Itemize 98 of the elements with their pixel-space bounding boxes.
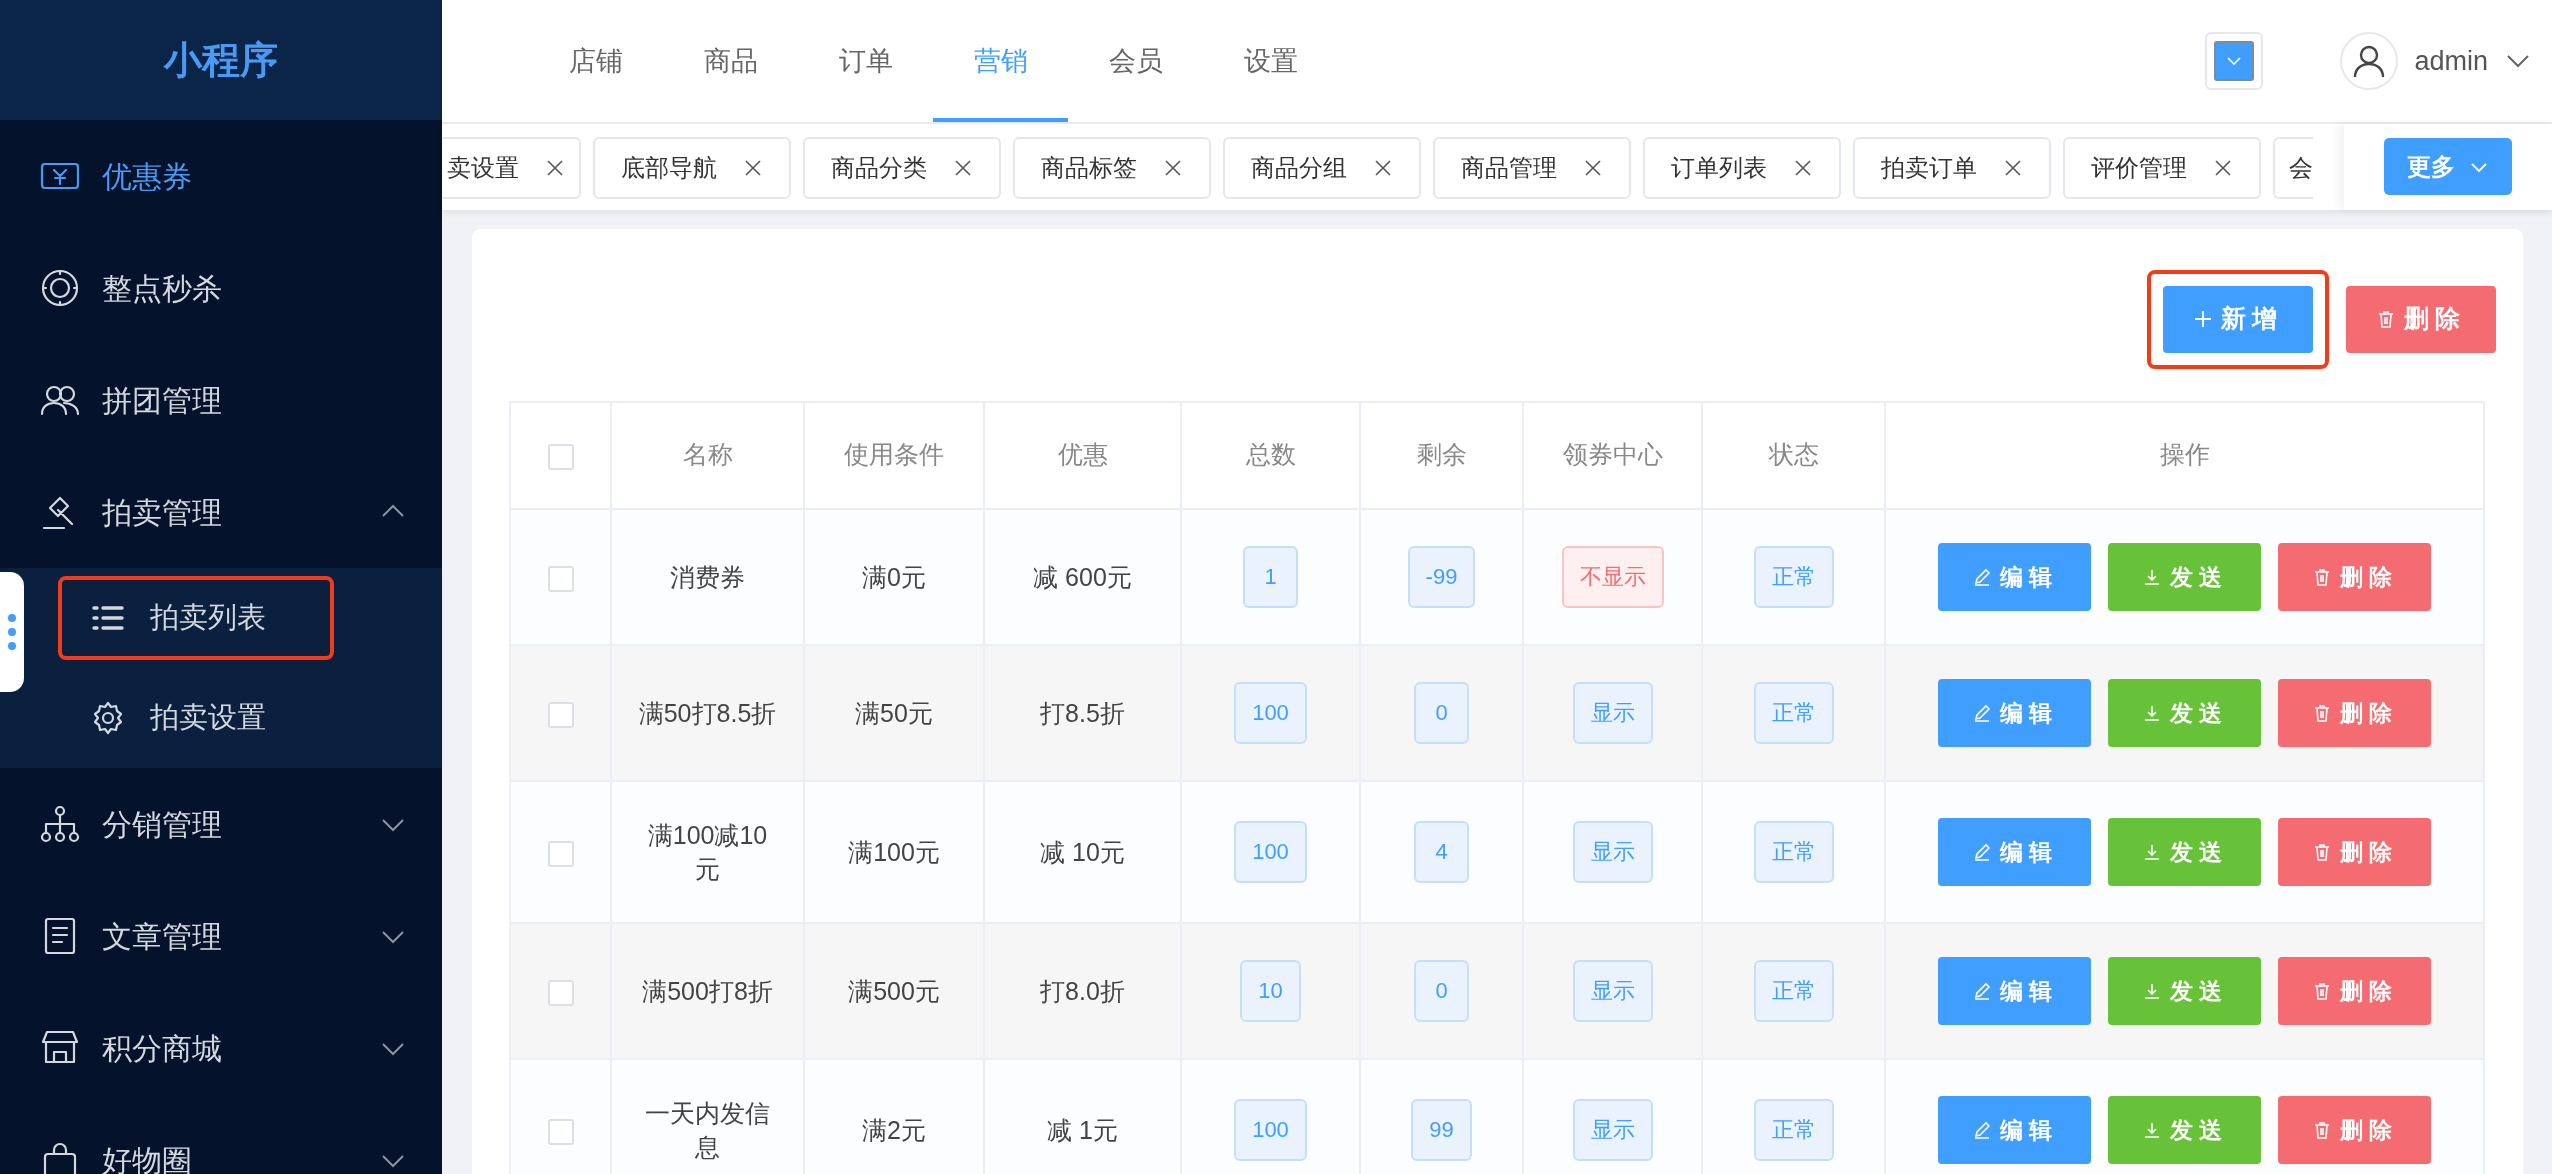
- checkbox[interactable]: [547, 565, 574, 592]
- table-cell: 一天内发信息: [611, 1058, 804, 1174]
- value-tag: 正常: [1753, 820, 1834, 883]
- page-tab[interactable]: 订单列表: [1643, 136, 1841, 199]
- sidebar-item[interactable]: 拼团管理: [0, 344, 442, 456]
- user-name[interactable]: admin: [2414, 40, 2488, 82]
- sidebar-item[interactable]: 拍卖管理: [0, 456, 442, 568]
- close-icon[interactable]: [1583, 157, 1603, 178]
- close-icon[interactable]: [953, 157, 973, 178]
- delete-button[interactable]: 删除: [2278, 678, 2431, 747]
- sidebar-item[interactable]: 整点秒杀: [0, 232, 442, 344]
- checkbox[interactable]: [547, 840, 574, 867]
- column-header: 剩余: [1416, 440, 1467, 469]
- trash-icon: [2376, 309, 2396, 329]
- value-tag: 正常: [1753, 1098, 1834, 1161]
- value-tag: 0: [1414, 959, 1469, 1022]
- table-cell: 满500打8折: [611, 922, 804, 1059]
- checkbox[interactable]: [547, 979, 574, 1006]
- nav-tab[interactable]: 订单: [798, 0, 933, 122]
- page-tab[interactable]: 商品分类: [803, 136, 1001, 199]
- avatar[interactable]: [2340, 32, 2399, 90]
- value-tag: 0: [1414, 681, 1469, 744]
- sidebar-item[interactable]: 积分商城: [0, 992, 442, 1104]
- value-tag: 显示: [1572, 959, 1653, 1022]
- close-icon[interactable]: [1373, 157, 1393, 178]
- table-cell: 满50打8.5折: [611, 644, 804, 781]
- column-header: 状态: [1768, 440, 1819, 469]
- nav-tab[interactable]: 会员: [1068, 0, 1203, 122]
- value-tag: 99: [1411, 1098, 1472, 1161]
- page-tab[interactable]: 拍卖订单: [1853, 136, 2051, 199]
- checkbox[interactable]: [547, 443, 574, 470]
- close-icon[interactable]: [743, 157, 763, 178]
- close-icon[interactable]: [545, 157, 565, 178]
- chevron-down-icon: [2226, 56, 2243, 66]
- close-icon[interactable]: [1163, 157, 1183, 178]
- page-tab[interactable]: 评价管理: [2063, 136, 2261, 199]
- page-tab[interactable]: 商品分组: [1223, 136, 1421, 199]
- value-tag: 不显示: [1561, 545, 1664, 608]
- value-tag: 100: [1234, 820, 1307, 883]
- value-tag: 显示: [1572, 820, 1653, 883]
- checkbox[interactable]: [547, 1118, 574, 1145]
- close-icon[interactable]: [2213, 157, 2233, 178]
- checkbox[interactable]: [547, 701, 574, 728]
- side-handle[interactable]: [0, 572, 24, 692]
- value-tag: 4: [1414, 820, 1469, 883]
- table-cell: 减 1元: [984, 1058, 1181, 1174]
- table-cell: 满50元: [804, 644, 984, 781]
- column-header: 名称: [682, 440, 733, 469]
- column-header: 领券中心: [1562, 440, 1663, 469]
- page-tab[interactable]: 卖设置: [442, 136, 581, 199]
- delete-button[interactable]: 删除: [2278, 956, 2431, 1025]
- sidebar-subitem[interactable]: 拍卖设置: [66, 688, 274, 748]
- column-header: 操作: [2159, 440, 2210, 469]
- column-header: 总数: [1245, 440, 1296, 469]
- table-cell: 满100减10元: [611, 780, 804, 923]
- value-tag: 1: [1243, 545, 1298, 608]
- delete-button[interactable]: 删除: [2278, 1095, 2431, 1164]
- column-header: 优惠: [1057, 440, 1108, 469]
- sidebar-item[interactable]: 优惠券: [0, 120, 442, 232]
- table-cell: 满500元: [804, 922, 984, 1059]
- value-tag: 正常: [1753, 959, 1834, 1022]
- value-tag: -99: [1407, 545, 1476, 608]
- sidebar-subitem[interactable]: 拍卖列表: [66, 588, 274, 648]
- page-tab[interactable]: 商品标签: [1013, 136, 1211, 199]
- table-cell: 打8.0折: [984, 922, 1181, 1059]
- page-tab[interactable]: 底部导航: [593, 136, 791, 199]
- table-cell: 减 600元: [984, 508, 1181, 645]
- value-tag: 显示: [1572, 681, 1653, 744]
- delete-button[interactable]: 删除: [2346, 285, 2496, 353]
- dropdown-toggle[interactable]: [2205, 32, 2264, 90]
- sidebar-item[interactable]: 分销管理: [0, 768, 442, 880]
- dots-icon: [7, 612, 17, 652]
- chevron-down-icon[interactable]: [2506, 54, 2530, 68]
- delete-button[interactable]: 删除: [2278, 542, 2431, 611]
- page-tab[interactable]: 商品管理: [1433, 136, 1631, 199]
- value-tag: 正常: [1753, 681, 1834, 744]
- value-tag: 正常: [1753, 545, 1834, 608]
- nav-tab[interactable]: 商品: [663, 0, 798, 122]
- column-header: 使用条件: [844, 440, 944, 469]
- table-cell: 满2元: [804, 1058, 984, 1174]
- table-cell: 消费券: [611, 508, 804, 645]
- nav-tab[interactable]: 店铺: [528, 0, 663, 122]
- app-title: 小程序: [0, 0, 442, 120]
- table-cell: 满100元: [804, 780, 984, 923]
- table-cell: 满0元: [804, 508, 984, 645]
- value-tag: 100: [1234, 1098, 1307, 1161]
- nav-tab[interactable]: 设置: [1203, 0, 1338, 122]
- table-cell: 减 10元: [984, 780, 1181, 923]
- sidebar-item[interactable]: 文章管理: [0, 880, 442, 992]
- close-icon[interactable]: [2003, 157, 2023, 178]
- plus-icon: [2193, 309, 2213, 329]
- delete-button[interactable]: 删除: [2278, 817, 2431, 886]
- table-cell: 打8.5折: [984, 644, 1181, 781]
- value-tag: 100: [1234, 681, 1307, 744]
- value-tag: 10: [1240, 959, 1301, 1022]
- value-tag: 显示: [1572, 1098, 1653, 1161]
- close-icon[interactable]: [1793, 157, 1813, 178]
- page-tab[interactable]: 会: [2273, 136, 2313, 199]
